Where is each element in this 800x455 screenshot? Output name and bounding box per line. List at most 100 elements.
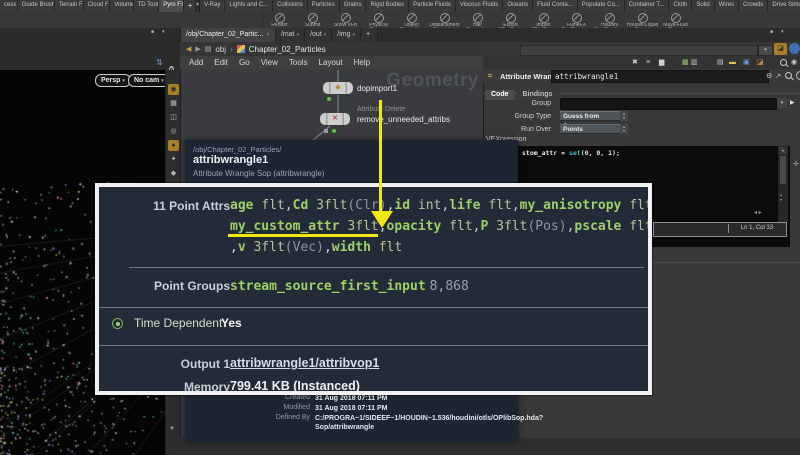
- tab-code[interactable]: Code: [485, 90, 515, 100]
- gear-icon[interactable]: ⚙: [766, 72, 772, 80]
- node-dopimport1[interactable]: ◆: [323, 82, 353, 94]
- shelf-tab-wires[interactable]: Wires: [715, 0, 739, 12]
- network-tab--obj-Chapter-02-Partic-[interactable]: /obj/Chapter_02_Partic...×: [181, 28, 276, 42]
- menu-layout[interactable]: Layout: [319, 58, 343, 67]
- template-icon[interactable]: ●: [168, 140, 179, 151]
- shelf-tool-hair-properties[interactable]: Hair Properties: [461, 12, 494, 28]
- light-icon[interactable]: ✦: [168, 154, 179, 165]
- layout-split-icon[interactable]: ▥: [691, 58, 698, 67]
- view-menu-camera[interactable]: No cam ▾: [128, 74, 170, 87]
- node-flag-green[interactable]: [327, 97, 331, 101]
- ghost-icon[interactable]: ◎: [168, 126, 179, 137]
- network-tab--[interactable]: +: [361, 28, 378, 42]
- breadcrumb-root[interactable]: obj: [215, 45, 226, 54]
- tree-icon[interactable]: ≡: [646, 58, 650, 67]
- node-flag-green[interactable]: [332, 129, 336, 133]
- back-icon[interactable]: ◀: [186, 45, 191, 53]
- panel-icon[interactable]: ▆: [659, 58, 664, 67]
- shelf-tab-collisions[interactable]: Collisions: [273, 0, 308, 12]
- scroll-arrows-icon[interactable]: ▴▾: [780, 192, 782, 202]
- shelf-tab-lights-and-c-[interactable]: Lights and C...: [225, 0, 273, 12]
- menu-tools[interactable]: Tools: [289, 58, 308, 67]
- shelf-tab-cloud-fx[interactable]: Cloud FX: [84, 0, 111, 12]
- houdini-badge-icon[interactable]: [789, 43, 800, 54]
- shelf-tool-import-vrayproxy[interactable]: Import VRayProxy: [527, 12, 560, 28]
- layout-grid-icon[interactable]: ▦: [682, 58, 689, 67]
- shelf-tab-particle-fluids[interactable]: Particle Fluids: [409, 0, 456, 12]
- shelf-tab-drive-simul-[interactable]: Drive Simul...: [768, 0, 800, 12]
- selectable-icon[interactable]: ▦: [168, 98, 179, 109]
- pane-maximize-icon[interactable]: ■: [770, 29, 773, 35]
- shelf-tab-rigid-bodies[interactable]: Rigid Bodies: [366, 0, 409, 12]
- info-icon[interactable]: i: [796, 71, 800, 80]
- shelf-tab-td-tools[interactable]: TD Tools: [134, 0, 160, 12]
- network-tab--img[interactable]: /img▾: [332, 28, 361, 42]
- output-link[interactable]: attribwrangle1/attribvop1: [230, 356, 379, 370]
- pane-maximize-icon[interactable]: ■: [151, 29, 154, 35]
- pane-menu-icon[interactable]: ▾: [162, 29, 165, 35]
- shelf-tab-viscous-fluids[interactable]: Viscous Fluids: [456, 0, 504, 12]
- shelf-tab-crowds[interactable]: Crowds: [739, 0, 768, 12]
- tools-icon[interactable]: ✖: [632, 58, 638, 67]
- menu-help[interactable]: Help: [354, 58, 370, 67]
- shelf-tab-fluid-conta-[interactable]: Fluid Conta...: [533, 0, 578, 12]
- node-remove-unneeded-attribs[interactable]: ✕: [320, 113, 350, 125]
- shelf-tab-solid[interactable]: Solid: [692, 0, 714, 12]
- lock-icon[interactable]: ◫: [168, 112, 179, 123]
- scroll-left-right-icons[interactable]: ◂ ▸: [754, 209, 762, 216]
- search-icon[interactable]: [780, 59, 787, 66]
- shelf-tab-grains[interactable]: Grains: [340, 0, 367, 12]
- shelf-tab-cess[interactable]: cess: [0, 0, 18, 12]
- jump-icon[interactable]: ↗: [775, 72, 781, 80]
- shelf-tab-populate-co-[interactable]: Populate Co...: [578, 0, 625, 12]
- shelf-tab-guide-brushes[interactable]: Guide Brushes: [18, 0, 55, 12]
- group-input[interactable]: [560, 98, 777, 110]
- shelf-tab-cloth[interactable]: Cloth: [669, 0, 692, 12]
- shelf-tab-volume[interactable]: Volume: [110, 0, 133, 12]
- shelf-tool-submit[interactable]: Submit: [296, 12, 329, 28]
- shelf-tool-maya-fluid-preset[interactable]: Maya Fluid Preset: [659, 12, 692, 28]
- run-over-combo[interactable]: Points: [560, 124, 620, 134]
- node-name-field[interactable]: attribwrangle1: [551, 70, 769, 83]
- network-tab--out[interactable]: /out▾: [305, 28, 332, 42]
- pane-path-dropdown[interactable]: ▾: [758, 45, 773, 56]
- network-tab--mat[interactable]: /mat▾: [276, 28, 305, 42]
- snapshot-icon[interactable]: ◉: [791, 58, 797, 67]
- pane-menu-icon[interactable]: ▾: [781, 29, 784, 35]
- group-type-combo[interactable]: Guess from Group: [560, 111, 620, 121]
- run-over-spinner[interactable]: ▴▾: [620, 124, 628, 134]
- archive-icon[interactable]: ◪: [757, 58, 764, 67]
- shelf-tool-houdini-liquid-preset[interactable]: Houdini Liquid Preset: [626, 12, 659, 28]
- menu-edit[interactable]: Edit: [214, 58, 228, 67]
- shelf-tool-houdini-fire-smoke-[interactable]: Houdini Fire/Smoke...: [593, 12, 626, 28]
- shelf-tab-oceans[interactable]: Oceans: [503, 0, 533, 12]
- shelf-tool-export-vrayproxy[interactable]: Export VRayProxy: [494, 12, 527, 28]
- strip-scroll-down-icon[interactable]: ▼: [169, 426, 175, 432]
- image-icon[interactable]: ▣: [743, 58, 750, 67]
- editor-scrollbar[interactable]: [778, 146, 788, 222]
- pin-icon[interactable]: ◆: [168, 168, 179, 179]
- group-select-arrow-icon[interactable]: ▶: [790, 99, 795, 106]
- forward-icon[interactable]: ▶: [195, 45, 200, 53]
- shelf-tool-render[interactable]: Render: [263, 12, 296, 28]
- search-icon[interactable]: [785, 72, 792, 79]
- notes-icon[interactable]: ▬: [729, 58, 736, 67]
- menu-view[interactable]: View: [261, 58, 278, 67]
- pane-resize-icon[interactable]: ✛: [793, 160, 799, 168]
- display-options-icon[interactable]: ⇅: [156, 58, 163, 67]
- shelf-tool-show-vfb[interactable]: Show VFB: [329, 12, 362, 28]
- shelf-tab-container-t-[interactable]: Container T...: [625, 0, 670, 12]
- shelf-tab-v-ray[interactable]: V-Ray: [200, 0, 225, 12]
- scroll-down-icon[interactable]: ▾: [779, 147, 787, 154]
- shelf-tool-object-properties[interactable]: Object Properties: [395, 12, 428, 28]
- shelf-tool-fumefx-fire-smoke-[interactable]: FumeFX Fire/Smoke...: [560, 12, 593, 28]
- tab-bindings[interactable]: Bindings: [517, 90, 559, 100]
- shelf-tab-terrain-fx[interactable]: Terrain FX: [55, 0, 84, 12]
- pin-pane-icon[interactable]: ◪: [774, 43, 787, 55]
- group-type-spinner[interactable]: ▴▾: [620, 111, 628, 121]
- shelf-tab-particles[interactable]: Particles: [308, 0, 340, 12]
- menu-go[interactable]: Go: [239, 58, 250, 67]
- visibility-icon[interactable]: ◉: [168, 84, 179, 95]
- group-dropdown-icon[interactable]: ▾: [777, 98, 787, 108]
- view-menu-persp[interactable]: Persp ▾: [95, 74, 131, 87]
